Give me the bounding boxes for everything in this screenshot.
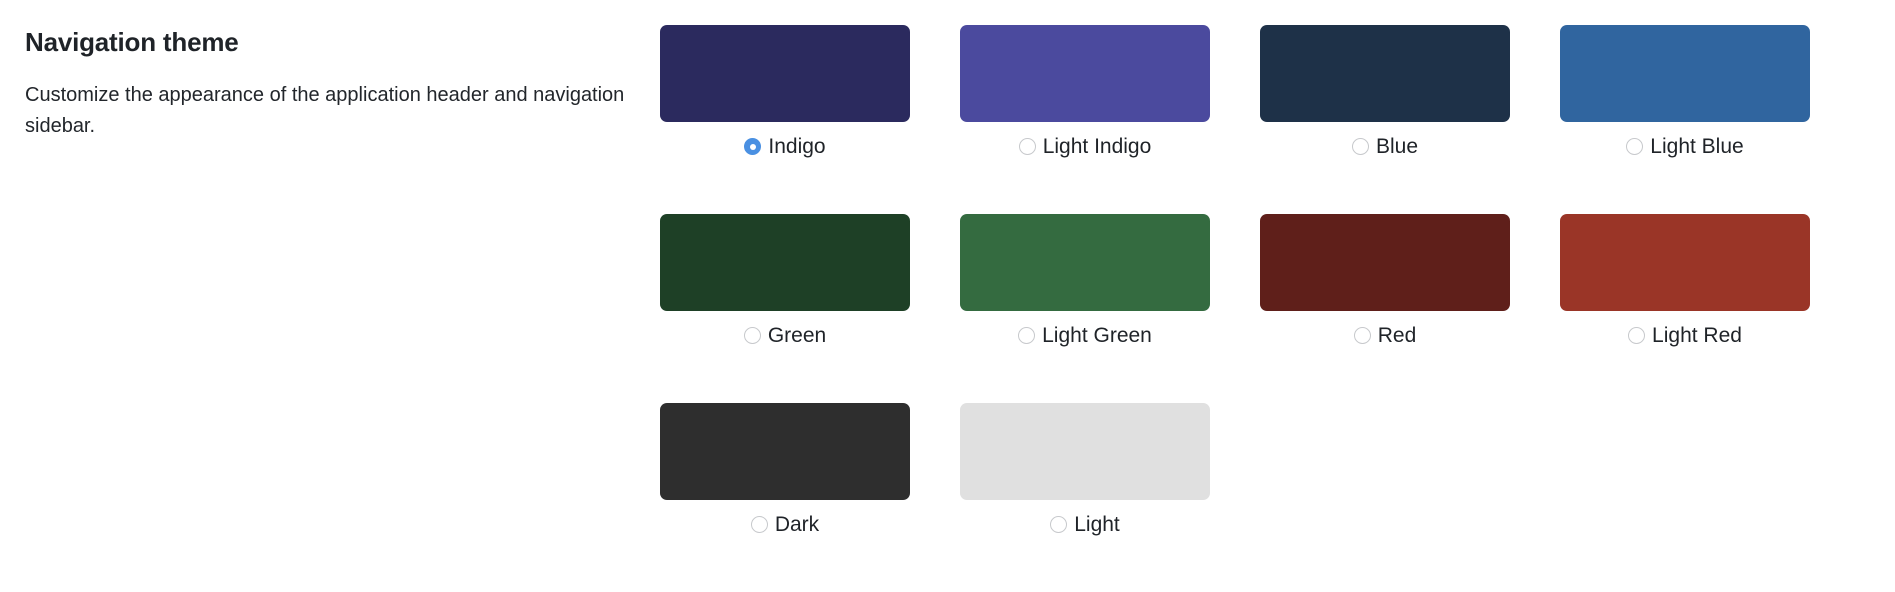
theme-swatch-red[interactable] [1260, 214, 1510, 311]
theme-swatch-dark[interactable] [660, 403, 910, 500]
theme-option-light-blue[interactable]: Light Blue [1560, 25, 1810, 157]
theme-label-light: Light [1074, 513, 1120, 536]
radio-light-indigo[interactable] [1018, 138, 1036, 155]
theme-option-dark[interactable]: Dark [660, 403, 910, 535]
theme-swatch-indigo[interactable] [660, 25, 910, 122]
theme-label-light-green: Light Green [1042, 324, 1152, 347]
theme-option-blue[interactable]: Blue [1260, 25, 1510, 157]
radio-red[interactable] [1353, 327, 1371, 344]
theme-radio-row-green[interactable]: Green [743, 324, 827, 347]
theme-radio-row-dark[interactable]: Dark [750, 513, 820, 536]
theme-label-blue: Blue [1375, 135, 1419, 158]
radio-light[interactable] [1050, 516, 1068, 533]
radio-blue[interactable] [1351, 138, 1369, 155]
navigation-theme-settings-panel: Navigation theme Customize the appearanc… [0, 0, 1895, 590]
theme-label-dark: Dark [774, 513, 820, 536]
radio-indigo-selected[interactable] [744, 138, 762, 155]
theme-radio-row-indigo[interactable]: Indigo [744, 135, 826, 158]
theme-option-light-green[interactable]: Light Green [960, 214, 1210, 346]
theme-radio-row-light-red[interactable]: Light Red [1628, 325, 1742, 346]
theme-option-green[interactable]: Green [660, 214, 910, 346]
theme-label-indigo: Indigo [768, 135, 826, 158]
theme-swatch-light-indigo[interactable] [960, 25, 1210, 122]
theme-label-light-indigo: Light Indigo [1042, 135, 1152, 158]
radio-light-blue[interactable] [1626, 138, 1644, 155]
theme-option-red[interactable]: Red [1260, 214, 1510, 346]
theme-swatch-blue[interactable] [1260, 25, 1510, 122]
theme-option-light[interactable]: Light [960, 403, 1210, 535]
theme-swatch-green[interactable] [660, 214, 910, 311]
theme-radio-row-light[interactable]: Light [1050, 514, 1120, 535]
theme-swatch-light-red[interactable] [1560, 214, 1810, 311]
theme-label-green: Green [767, 324, 827, 347]
theme-swatch-light-green[interactable] [960, 214, 1210, 311]
radio-light-green[interactable] [1018, 327, 1036, 344]
radio-dark[interactable] [750, 516, 768, 533]
theme-swatch-light-blue[interactable] [1560, 25, 1810, 122]
theme-radio-row-blue[interactable]: Blue [1351, 135, 1419, 158]
theme-section-info: Navigation theme Customize the appearanc… [0, 0, 660, 142]
theme-label-light-red: Light Red [1652, 324, 1742, 347]
theme-radio-row-red[interactable]: Red [1353, 324, 1417, 347]
theme-swatch-light[interactable] [960, 403, 1210, 500]
radio-green[interactable] [743, 327, 761, 344]
theme-option-light-red[interactable]: Light Red [1560, 214, 1810, 346]
theme-radio-row-light-blue[interactable]: Light Blue [1626, 135, 1744, 158]
page-title: Navigation theme [25, 27, 239, 57]
theme-option-indigo[interactable]: Indigo [660, 25, 910, 157]
theme-options-grid: Indigo Light Indigo Blue Light Blue Green Lig… [660, 0, 1895, 592]
radio-light-red[interactable] [1628, 327, 1646, 344]
section-description: Customize the appearance of the applicat… [25, 83, 625, 137]
theme-option-light-indigo[interactable]: Light Indigo [960, 25, 1210, 157]
theme-label-light-blue: Light Blue [1650, 135, 1744, 158]
theme-label-red: Red [1377, 324, 1417, 347]
theme-radio-row-light-green[interactable]: Light Green [1018, 325, 1152, 346]
theme-radio-row-light-indigo[interactable]: Light Indigo [1018, 135, 1152, 158]
